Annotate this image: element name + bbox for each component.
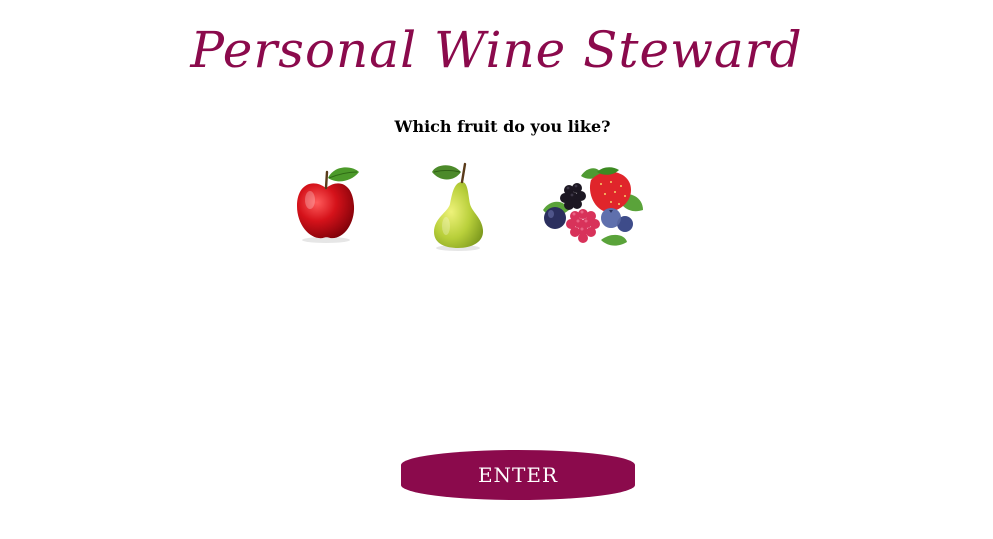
enter-button[interactable]: ENTER [401, 450, 635, 500]
page-title: Personal Wine Steward [190, 21, 803, 79]
apple-icon [297, 167, 359, 243]
berries-icon [543, 167, 643, 246]
question-prompt: Which fruit do you like? [394, 117, 611, 136]
pear-icon [432, 162, 484, 251]
fruit-option-berries[interactable] [541, 160, 645, 248]
fruit-option-apple[interactable] [293, 160, 361, 244]
fruit-option-pear[interactable] [428, 160, 488, 252]
